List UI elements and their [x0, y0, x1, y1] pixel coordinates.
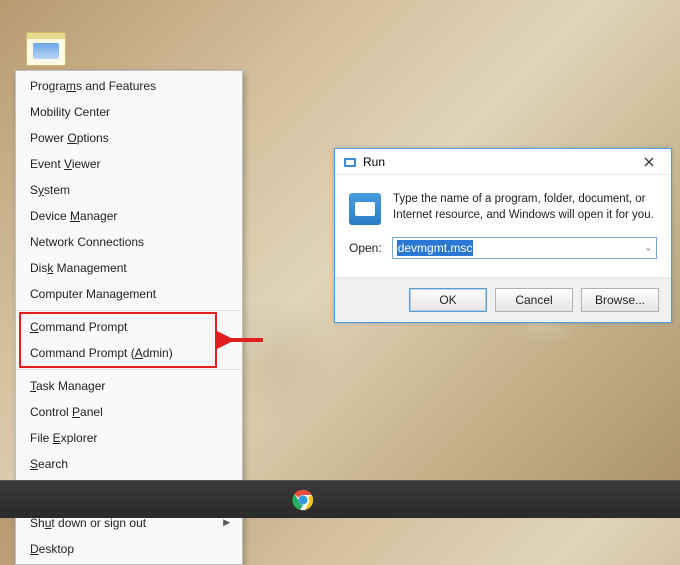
- browse-button[interactable]: Browse...: [581, 288, 659, 312]
- menu-item[interactable]: Search: [16, 451, 242, 477]
- menu-item[interactable]: Command Prompt (Admin): [16, 340, 242, 366]
- menu-item-label: Programs and Features: [30, 77, 156, 95]
- cancel-button[interactable]: Cancel: [495, 288, 573, 312]
- menu-item-label: System: [30, 181, 70, 199]
- menu-item-label: Desktop: [30, 540, 74, 558]
- desktop-folder-icon[interactable]: [26, 32, 66, 66]
- menu-item[interactable]: Disk Management: [16, 255, 242, 281]
- menu-item-label: Command Prompt (Admin): [30, 344, 173, 362]
- menu-item-label: Task Manager: [30, 377, 105, 395]
- menu-item-label: Search: [30, 455, 68, 473]
- menu-item-label: Computer Management: [30, 285, 156, 303]
- menu-item-label: Event Viewer: [30, 155, 101, 173]
- menu-item[interactable]: Device Manager: [16, 203, 242, 229]
- menu-item[interactable]: File Explorer: [16, 425, 242, 451]
- run-title-text: Run: [363, 155, 385, 169]
- taskbar-chrome-icon[interactable]: [286, 484, 320, 516]
- open-label: Open:: [349, 241, 382, 255]
- ok-button[interactable]: OK: [409, 288, 487, 312]
- menu-item-label: Device Manager: [30, 207, 117, 225]
- run-description: Type the name of a program, folder, docu…: [393, 191, 657, 223]
- menu-item-label: Power Options: [30, 129, 109, 147]
- menu-item[interactable]: Event Viewer: [16, 151, 242, 177]
- menu-item-label: Network Connections: [30, 233, 144, 251]
- menu-item[interactable]: Programs and Features: [16, 73, 242, 99]
- open-input[interactable]: devmgmt.msc ⌄: [392, 237, 657, 259]
- menu-item[interactable]: Desktop: [16, 536, 242, 562]
- submenu-arrow-icon: ▶: [223, 516, 230, 530]
- menu-item[interactable]: Task Manager: [16, 373, 242, 399]
- menu-item[interactable]: Mobility Center: [16, 99, 242, 125]
- menu-item[interactable]: Network Connections: [16, 229, 242, 255]
- menu-item-label: File Explorer: [30, 429, 97, 447]
- run-button-bar: OK Cancel Browse...: [335, 277, 671, 322]
- menu-item[interactable]: Power Options: [16, 125, 242, 151]
- menu-separator: [17, 310, 241, 311]
- taskbar: [0, 480, 680, 518]
- menu-item-label: Control Panel: [30, 403, 103, 421]
- open-input-value: devmgmt.msc: [397, 240, 474, 256]
- menu-item[interactable]: Computer Management: [16, 281, 242, 307]
- menu-item[interactable]: Command Prompt: [16, 314, 242, 340]
- run-title-icon: [343, 155, 357, 169]
- run-titlebar: Run: [335, 149, 671, 175]
- menu-item-label: Command Prompt: [30, 318, 127, 336]
- run-dialog: Run Type the name of a program, folder, …: [334, 148, 672, 323]
- run-body-icon: [349, 193, 381, 225]
- dropdown-chevron-icon[interactable]: ⌄: [644, 243, 652, 254]
- menu-separator: [17, 369, 241, 370]
- close-button[interactable]: [629, 151, 669, 173]
- menu-item-label: Disk Management: [30, 259, 127, 277]
- menu-item-label: Mobility Center: [30, 103, 110, 121]
- menu-item[interactable]: Control Panel: [16, 399, 242, 425]
- menu-item[interactable]: System: [16, 177, 242, 203]
